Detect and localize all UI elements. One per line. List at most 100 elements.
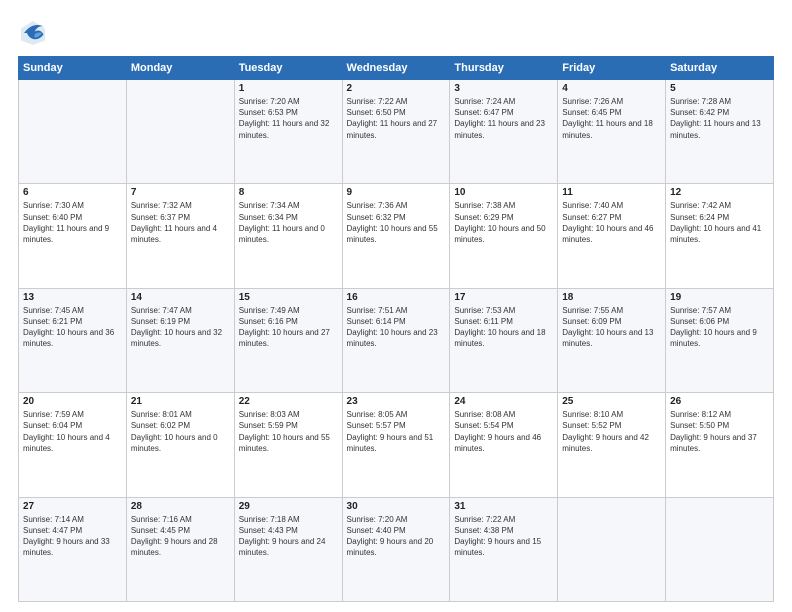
day-number: 23: [347, 396, 446, 407]
day-info: Sunrise: 7:28 AMSunset: 6:42 PMDaylight:…: [670, 96, 769, 141]
calendar-day-header: Tuesday: [234, 57, 342, 80]
day-info: Sunrise: 7:24 AMSunset: 6:47 PMDaylight:…: [454, 96, 553, 141]
day-number: 13: [23, 292, 122, 303]
calendar-day-header: Friday: [558, 57, 666, 80]
calendar-cell: 14Sunrise: 7:47 AMSunset: 6:19 PMDayligh…: [126, 288, 234, 392]
day-info: Sunrise: 7:49 AMSunset: 6:16 PMDaylight:…: [239, 305, 338, 350]
day-info: Sunrise: 7:38 AMSunset: 6:29 PMDaylight:…: [454, 200, 553, 245]
day-info: Sunrise: 7:14 AMSunset: 4:47 PMDaylight:…: [23, 514, 122, 559]
day-number: 21: [131, 396, 230, 407]
calendar-week-row: 6 Sunrise: 7:30 AMSunset: 6:40 PMDaylight…: [19, 184, 774, 288]
day-number: 17: [454, 292, 553, 303]
calendar: SundayMondayTuesdayWednesdayThursdayFrid…: [18, 56, 774, 602]
day-number: 31: [454, 501, 553, 512]
day-info: Sunrise: 7:53 AMSunset: 6:11 PMDaylight:…: [454, 305, 553, 350]
calendar-header-row: SundayMondayTuesdayWednesdayThursdayFrid…: [19, 57, 774, 80]
calendar-cell: 23Sunrise: 8:05 AMSunset: 5:57 PMDayligh…: [342, 393, 450, 497]
day-info: Sunrise: 7:59 AMSunset: 6:04 PMDaylight:…: [23, 409, 122, 454]
day-number: 18: [562, 292, 661, 303]
day-number: 11: [562, 187, 661, 198]
day-number: 22: [239, 396, 338, 407]
day-number: 24: [454, 396, 553, 407]
calendar-cell: 22Sunrise: 8:03 AMSunset: 5:59 PMDayligh…: [234, 393, 342, 497]
calendar-cell: 26 Sunrise: 8:12 AMSunset: 5:50 PMDayligh…: [666, 393, 774, 497]
day-number: 19: [670, 292, 769, 303]
day-number: 4: [562, 83, 661, 94]
day-info: Sunrise: 8:01 AMSunset: 6:02 PMDaylight:…: [131, 409, 230, 454]
calendar-cell: 2 Sunrise: 7:22 AMSunset: 6:50 PMDaylight…: [342, 80, 450, 184]
calendar-cell: 29 Sunrise: 7:18 AMSunset: 4:43 PMDayligh…: [234, 497, 342, 601]
day-info: Sunrise: 7:20 AMSunset: 4:40 PMDaylight:…: [347, 514, 446, 559]
calendar-cell: 11 Sunrise: 7:40 AMSunset: 6:27 PMDayligh…: [558, 184, 666, 288]
day-number: 8: [239, 187, 338, 198]
calendar-cell: 13 Sunrise: 7:45 AMSunset: 6:21 PMDayligh…: [19, 288, 127, 392]
calendar-day-header: Saturday: [666, 57, 774, 80]
calendar-day-header: Monday: [126, 57, 234, 80]
calendar-cell: 12 Sunrise: 7:42 AMSunset: 6:24 PMDayligh…: [666, 184, 774, 288]
day-info: Sunrise: 7:36 AMSunset: 6:32 PMDaylight:…: [347, 200, 446, 245]
day-number: 16: [347, 292, 446, 303]
day-number: 1: [239, 83, 338, 94]
day-info: Sunrise: 8:12 AMSunset: 5:50 PMDaylight:…: [670, 409, 769, 454]
calendar-cell: 5 Sunrise: 7:28 AMSunset: 6:42 PMDaylight…: [666, 80, 774, 184]
day-info: Sunrise: 7:47 AMSunset: 6:19 PMDaylight:…: [131, 305, 230, 350]
day-number: 25: [562, 396, 661, 407]
calendar-cell: 28 Sunrise: 7:16 AMSunset: 4:45 PMDayligh…: [126, 497, 234, 601]
calendar-cell: 30 Sunrise: 7:20 AMSunset: 4:40 PMDayligh…: [342, 497, 450, 601]
calendar-cell: 8 Sunrise: 7:34 AMSunset: 6:34 PMDaylight…: [234, 184, 342, 288]
calendar-week-row: 13 Sunrise: 7:45 AMSunset: 6:21 PMDayligh…: [19, 288, 774, 392]
logo: [18, 18, 52, 48]
calendar-cell: 21 Sunrise: 8:01 AMSunset: 6:02 PMDayligh…: [126, 393, 234, 497]
calendar-cell: 31 Sunrise: 7:22 AMSunset: 4:38 PMDayligh…: [450, 497, 558, 601]
calendar-cell: [19, 80, 127, 184]
day-number: 5: [670, 83, 769, 94]
calendar-cell: 4Sunrise: 7:26 AMSunset: 6:45 PMDaylight…: [558, 80, 666, 184]
calendar-cell: 9 Sunrise: 7:36 AMSunset: 6:32 PMDaylight…: [342, 184, 450, 288]
calendar-cell: [126, 80, 234, 184]
day-info: Sunrise: 8:08 AMSunset: 5:54 PMDaylight:…: [454, 409, 553, 454]
day-number: 12: [670, 187, 769, 198]
calendar-cell: 10 Sunrise: 7:38 AMSunset: 6:29 PMDayligh…: [450, 184, 558, 288]
calendar-cell: 25 Sunrise: 8:10 AMSunset: 5:52 PMDayligh…: [558, 393, 666, 497]
day-info: Sunrise: 7:16 AMSunset: 4:45 PMDaylight:…: [131, 514, 230, 559]
day-number: 30: [347, 501, 446, 512]
day-number: 26: [670, 396, 769, 407]
day-info: Sunrise: 7:34 AMSunset: 6:34 PMDaylight:…: [239, 200, 338, 245]
day-number: 3: [454, 83, 553, 94]
calendar-day-header: Wednesday: [342, 57, 450, 80]
day-info: Sunrise: 7:40 AMSunset: 6:27 PMDaylight:…: [562, 200, 661, 245]
calendar-cell: 24 Sunrise: 8:08 AMSunset: 5:54 PMDayligh…: [450, 393, 558, 497]
day-info: Sunrise: 7:45 AMSunset: 6:21 PMDaylight:…: [23, 305, 122, 350]
calendar-cell: 1Sunrise: 7:20 AMSunset: 6:53 PMDaylight…: [234, 80, 342, 184]
day-number: 29: [239, 501, 338, 512]
calendar-day-header: Sunday: [19, 57, 127, 80]
day-number: 6: [23, 187, 122, 198]
day-info: Sunrise: 7:22 AMSunset: 4:38 PMDaylight:…: [454, 514, 553, 559]
day-info: Sunrise: 7:57 AMSunset: 6:06 PMDaylight:…: [670, 305, 769, 350]
day-number: 28: [131, 501, 230, 512]
day-info: Sunrise: 7:51 AMSunset: 6:14 PMDaylight:…: [347, 305, 446, 350]
calendar-cell: [666, 497, 774, 601]
day-info: Sunrise: 7:32 AMSunset: 6:37 PMDaylight:…: [131, 200, 230, 245]
calendar-cell: 6 Sunrise: 7:30 AMSunset: 6:40 PMDaylight…: [19, 184, 127, 288]
calendar-cell: 17 Sunrise: 7:53 AMSunset: 6:11 PMDayligh…: [450, 288, 558, 392]
day-number: 2: [347, 83, 446, 94]
calendar-cell: 15Sunrise: 7:49 AMSunset: 6:16 PMDayligh…: [234, 288, 342, 392]
day-info: Sunrise: 7:55 AMSunset: 6:09 PMDaylight:…: [562, 305, 661, 350]
day-info: Sunrise: 7:42 AMSunset: 6:24 PMDaylight:…: [670, 200, 769, 245]
calendar-cell: 27 Sunrise: 7:14 AMSunset: 4:47 PMDayligh…: [19, 497, 127, 601]
day-number: 10: [454, 187, 553, 198]
calendar-cell: 19 Sunrise: 7:57 AMSunset: 6:06 PMDayligh…: [666, 288, 774, 392]
calendar-cell: 20Sunrise: 7:59 AMSunset: 6:04 PMDayligh…: [19, 393, 127, 497]
day-info: Sunrise: 7:22 AMSunset: 6:50 PMDaylight:…: [347, 96, 446, 141]
calendar-cell: [558, 497, 666, 601]
day-info: Sunrise: 8:10 AMSunset: 5:52 PMDaylight:…: [562, 409, 661, 454]
day-number: 27: [23, 501, 122, 512]
calendar-week-row: 27 Sunrise: 7:14 AMSunset: 4:47 PMDayligh…: [19, 497, 774, 601]
day-info: Sunrise: 7:18 AMSunset: 4:43 PMDaylight:…: [239, 514, 338, 559]
page: SundayMondayTuesdayWednesdayThursdayFrid…: [0, 0, 792, 612]
calendar-week-row: 1Sunrise: 7:20 AMSunset: 6:53 PMDaylight…: [19, 80, 774, 184]
day-info: Sunrise: 7:30 AMSunset: 6:40 PMDaylight:…: [23, 200, 122, 245]
calendar-cell: 3 Sunrise: 7:24 AMSunset: 6:47 PMDaylight…: [450, 80, 558, 184]
day-number: 9: [347, 187, 446, 198]
